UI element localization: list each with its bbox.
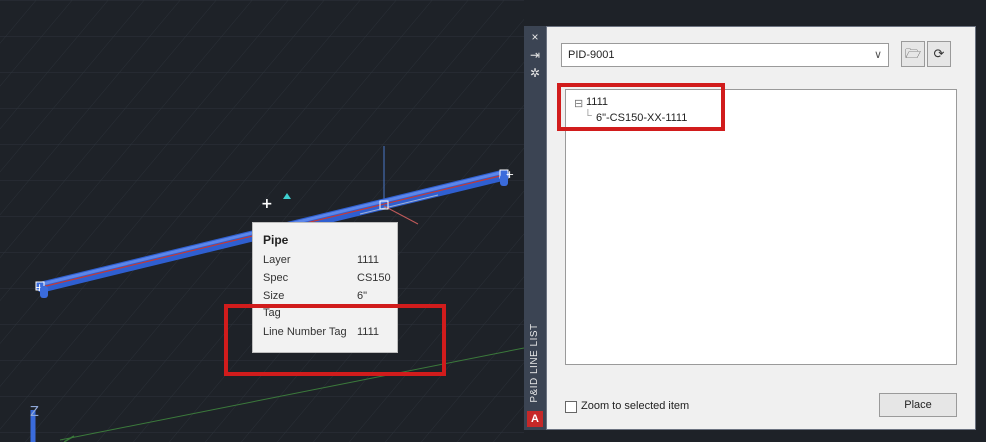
chevron-down-icon: ∨ [873, 49, 882, 61]
palette-title: P&ID LINE LIST [529, 323, 540, 403]
tooltip-row-layer: Layer 1111 [263, 253, 393, 268]
place-button[interactable]: Place [879, 393, 957, 417]
highlight-box-line-number [557, 83, 725, 131]
tooltip-value: 6" [357, 290, 368, 302]
tooltip-key: Spec [263, 272, 289, 284]
refresh-icon: ⟳ [933, 46, 945, 61]
refresh-button[interactable]: ⟳ [927, 41, 951, 67]
tooltip-title: Pipe [263, 233, 289, 247]
open-drawing-button[interactable]: 🗁 [901, 41, 925, 67]
folder-open-icon: 🗁 [904, 46, 922, 61]
properties-icon[interactable]: ✲ [524, 66, 546, 80]
tooltip-value: CS150 [357, 272, 391, 284]
drawing-dropdown-value: PID-9001 [568, 49, 615, 61]
zoom-to-selected-checkbox[interactable] [565, 401, 577, 413]
drawing-dropdown[interactable]: PID-9001 ∨ [561, 43, 889, 67]
tooltip-key: Size [263, 290, 285, 302]
tooltip-value: 1111 [357, 254, 380, 266]
pipe-end-cap-right [500, 174, 508, 186]
line-list-panel: PID-9001 ∨ 🗁 ⟳ ⊟ 1111 └ 6"-CS150-XX-1111… [546, 26, 976, 430]
autocad-logo-icon: A [527, 411, 543, 427]
close-icon[interactable]: × [524, 30, 546, 44]
tooltip-row-size: Size 6" [263, 289, 393, 304]
cad-viewport[interactable]: + + + Z Pipe Layer 1111 Spec CS150 Size … [0, 0, 524, 442]
pipe-end-cap-left [40, 286, 48, 298]
palette-title-strip: × ⇥ ✲ P&ID LINE LIST A [524, 26, 546, 430]
z-axis-label: Z [30, 405, 39, 420]
tooltip-row-spec: Spec CS150 [263, 271, 393, 286]
auto-hide-icon[interactable]: ⇥ [524, 48, 546, 62]
cursor-plus-icon: + [261, 196, 273, 212]
tooltip-key: Layer [263, 254, 291, 266]
highlight-box-line-number-tag [224, 304, 446, 376]
zoom-to-selected-label: Zoom to selected item [581, 400, 690, 412]
